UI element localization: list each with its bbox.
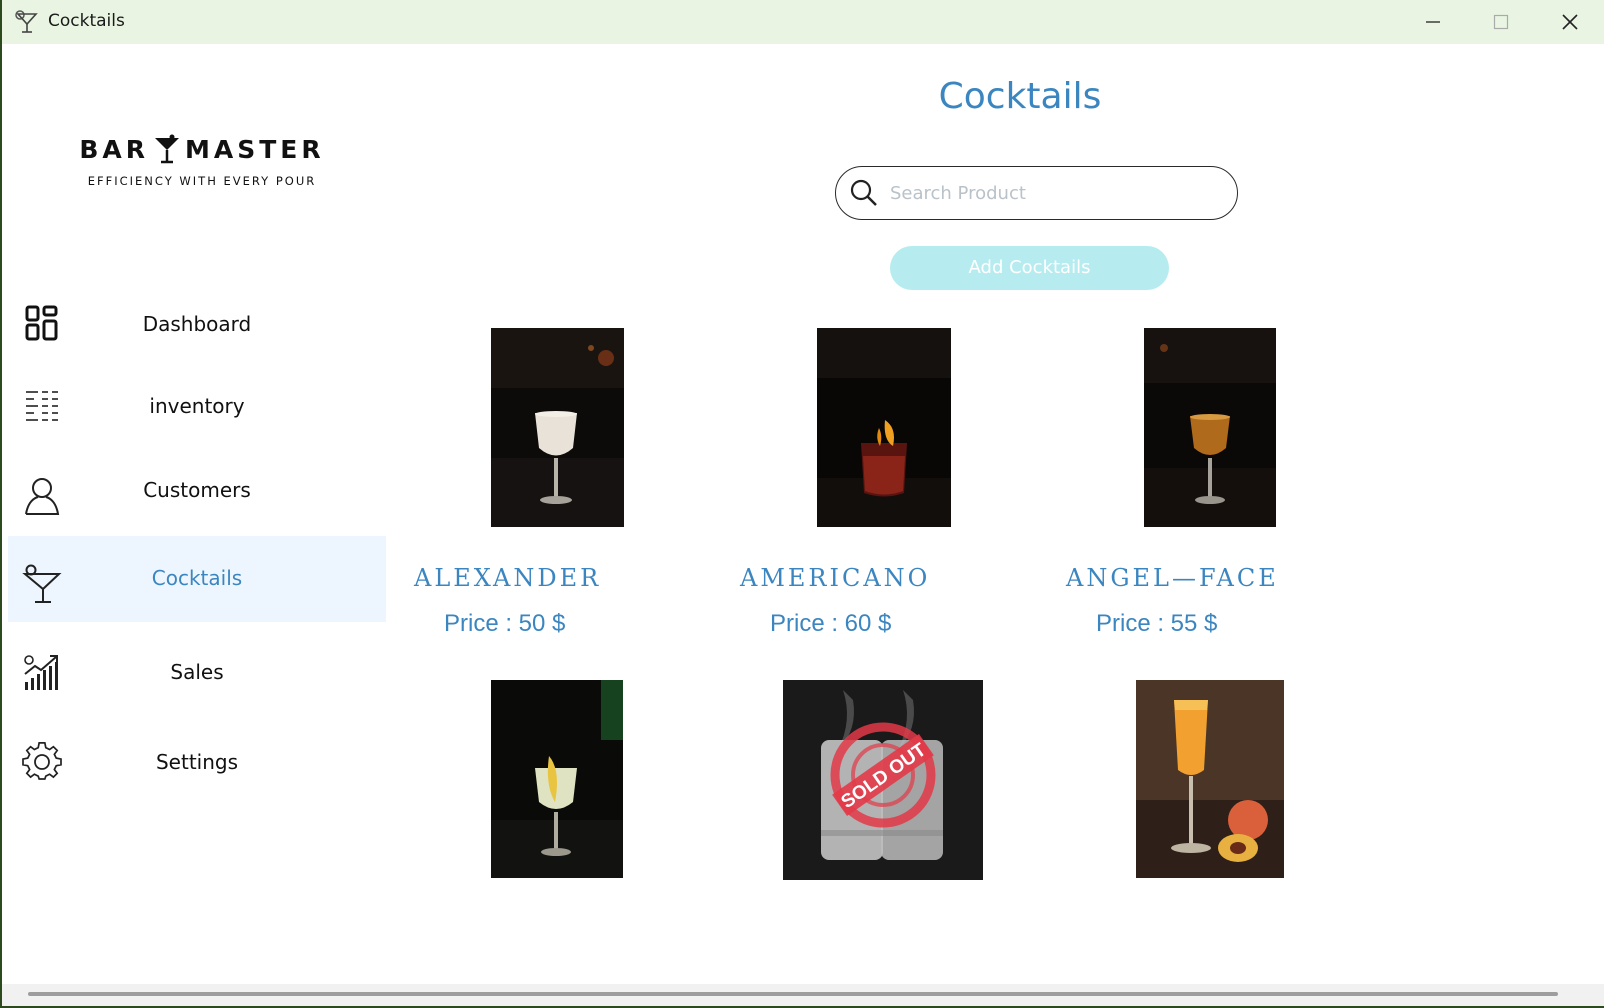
cocktail-image-5[interactable]: SOLD OUT [783, 680, 983, 880]
sidebar-item-cocktails[interactable]: Cocktails [8, 536, 386, 622]
sold-out-stamp-icon: SOLD OUT [830, 722, 936, 828]
logo-title-left: BAR [79, 135, 150, 164]
close-button[interactable] [1536, 0, 1604, 44]
page-title: Cocktails [938, 76, 1102, 117]
amber-cocktail-coupe-photo [1144, 328, 1276, 527]
sidebar-item-inventory[interactable]: inventory [8, 366, 386, 452]
maximize-icon [1493, 14, 1509, 30]
minimize-icon [1426, 21, 1440, 23]
cocktail-price: Price : 60 $ [770, 610, 892, 637]
lemon-cocktail-coupe-photo [491, 680, 623, 878]
cocktail-price: Price : 55 $ [1096, 610, 1218, 637]
title-bar: Cocktails [2, 0, 1604, 44]
sidebar-item-label: Settings [155, 750, 239, 774]
logo-title: BAR MASTER [72, 134, 332, 164]
sidebar-item-label: Dashboard [142, 312, 252, 336]
cocktail-image-americano[interactable] [817, 328, 951, 527]
maximize-button[interactable] [1467, 0, 1535, 44]
martini-glass-icon [155, 134, 180, 164]
cocktail-price: Price : 50 $ [444, 610, 566, 637]
close-icon [1562, 14, 1578, 30]
cocktail-image-4[interactable] [491, 680, 623, 878]
sidebar-item-label: Sales [170, 660, 224, 684]
app-window: Cocktails BAR MASTER EFFICIENCY WITH EVE… [2, 0, 1604, 1006]
add-cocktails-button[interactable]: Add Cocktails [890, 246, 1169, 290]
sidebar-item-settings[interactable]: Settings [8, 720, 386, 806]
cocktail-name: ALEXANDER [414, 564, 602, 592]
horizontal-scrollbar[interactable] [2, 984, 1604, 1006]
cocktail-image-alexander[interactable] [491, 328, 624, 527]
minimize-button[interactable] [1399, 0, 1467, 44]
search-icon [850, 179, 877, 206]
search-box[interactable] [835, 166, 1238, 220]
logo-title-right: MASTER [185, 135, 325, 164]
search-input[interactable] [890, 175, 1220, 211]
cocktail-name: AMERICANO [740, 564, 931, 592]
sidebar-item-dashboard[interactable]: Dashboard [8, 282, 386, 368]
peach-bellini-flute-photo [1136, 680, 1284, 878]
cocktail-image-6[interactable] [1136, 680, 1284, 878]
logo-tagline: EFFICIENCY WITH EVERY POUR [87, 174, 317, 188]
red-cocktail-rocks-glass-photo [817, 328, 951, 527]
sidebar-item-label: inventory [149, 394, 245, 418]
cocktail-glass-icon [15, 10, 38, 33]
sidebar-item-sales[interactable]: Sales [8, 630, 386, 716]
window-title: Cocktails [48, 11, 125, 31]
cocktail-name: ANGEL—FACE [1066, 564, 1279, 592]
sidebar-item-label: Cocktails [151, 566, 243, 590]
sidebar-item-customers[interactable]: Customers [8, 450, 386, 536]
cocktail-image-angel-face[interactable] [1144, 328, 1276, 527]
bar-master-logo: BAR MASTER EFFICIENCY WITH EVERY POUR [72, 132, 332, 194]
sidebar-item-label: Customers [143, 478, 251, 502]
white-cocktail-coupe-photo [491, 328, 624, 527]
scrollbar-thumb[interactable] [28, 992, 1558, 996]
